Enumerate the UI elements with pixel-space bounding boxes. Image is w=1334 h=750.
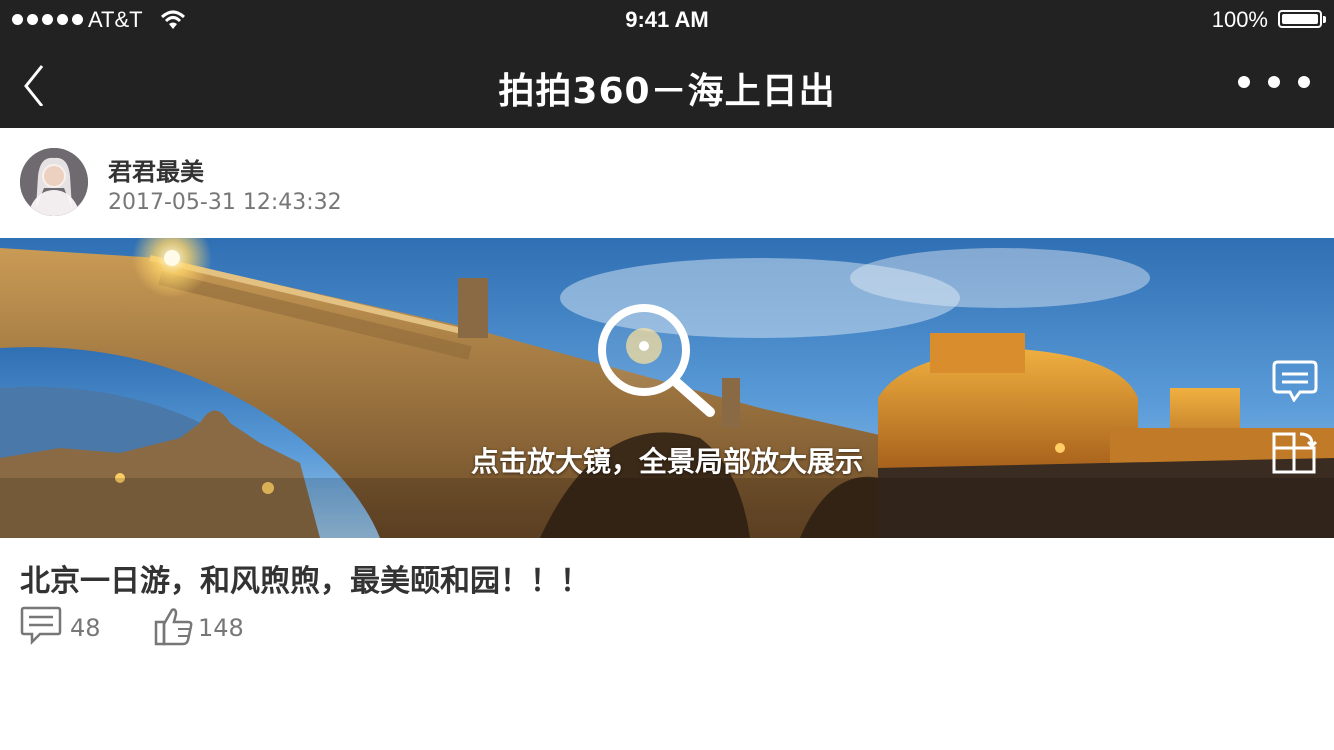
more-options-icon[interactable] — [1238, 76, 1310, 88]
panorama-hint: 点击放大镜，全景局部放大展示 — [470, 445, 863, 478]
panorama-image[interactable]: 点击放大镜，全景局部放大展示 — [0, 238, 1334, 538]
status-bar: AT&T 9:41 AM 100% — [0, 0, 1334, 40]
comment-count: 48 — [70, 614, 101, 642]
avatar[interactable] — [20, 148, 88, 216]
like-count: 148 — [198, 614, 244, 642]
navigation-bar: 拍拍360－海上日出 — [0, 40, 1334, 128]
comment-icon[interactable] — [20, 606, 62, 646]
author-name[interactable]: 君君最美 — [108, 152, 204, 187]
thumbs-up-icon[interactable] — [154, 606, 196, 646]
magnifier-icon[interactable] — [594, 300, 724, 420]
page-title: 拍拍360－海上日出 — [498, 71, 836, 112]
battery-icon — [1278, 10, 1326, 28]
author-header: 君君最美 2017-05-31 12:43:32 — [0, 128, 1334, 238]
comment-bubble-icon[interactable] — [1272, 360, 1318, 402]
post-title[interactable]: 北京一日游，和风煦煦，最美颐和园！！！ — [20, 556, 590, 600]
battery-percent: 100% — [1211, 7, 1268, 32]
rotate-view-icon[interactable] — [1272, 430, 1318, 474]
clock: 9:41 AM — [625, 7, 709, 32]
post-timestamp: 2017-05-31 12:43:32 — [108, 190, 342, 215]
